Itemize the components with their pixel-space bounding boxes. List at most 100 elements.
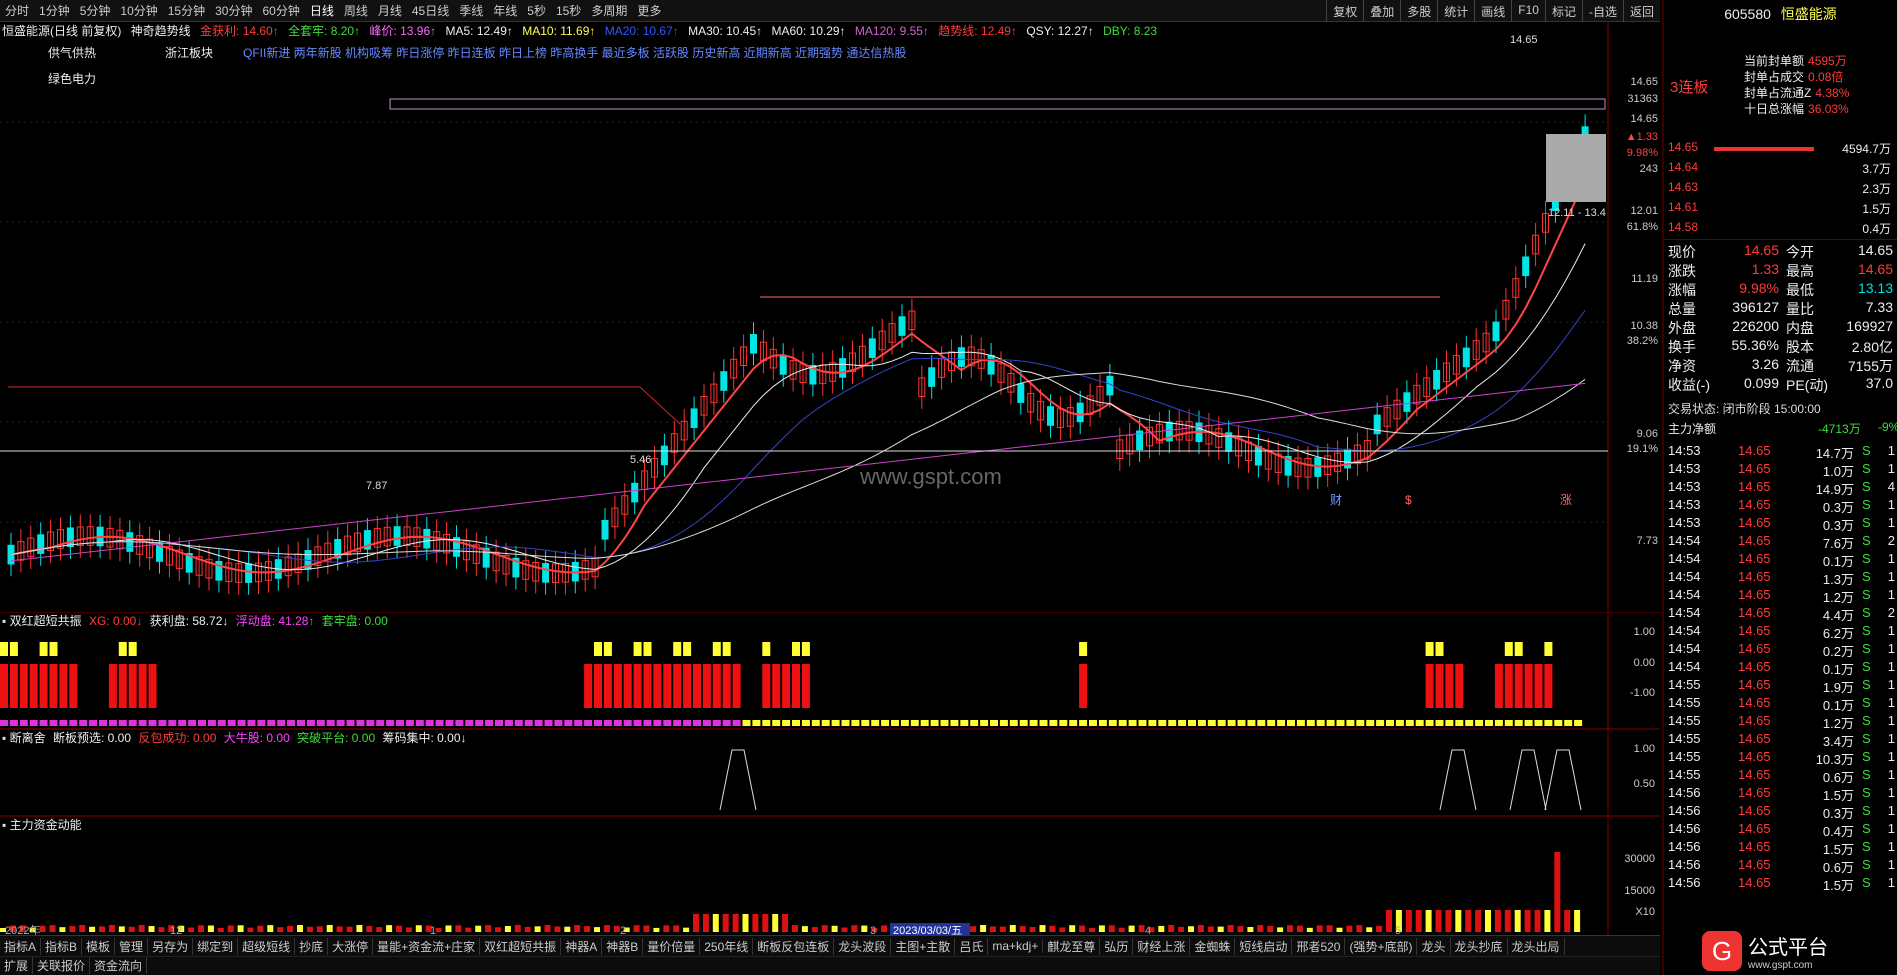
main-chart[interactable]: 14.65 31363 14.65 ▲1.33 9.98% 243 12.01 61.8% 11… xyxy=(0,22,1660,612)
tick-list[interactable]: 14:53 14.65 14.7万 S 1 14:53 14.65 1.0万 S 1 14:53 14… xyxy=(1664,443,1897,893)
kline-svg[interactable]: 14.65 31363 14.65 ▲1.33 9.98% 243 12.01 61.8% 11… xyxy=(0,22,1660,612)
tick-s-14: S xyxy=(1862,695,1871,710)
signal-bar xyxy=(594,664,602,708)
price-axis-9: 10.38 xyxy=(1630,320,1658,332)
signal-base xyxy=(633,720,642,726)
ind-tab-3[interactable]: 管理 xyxy=(115,937,149,955)
indicator-svg[interactable]: 1.00 0.00 -1.00 1.00 0.50 30000 15000 X10 2022年 1… xyxy=(0,611,1660,937)
period-1[interactable]: 1分钟 xyxy=(34,2,75,19)
ind-tab-21[interactable]: 弘历 xyxy=(1100,937,1134,955)
price-axis-0: 14.65 xyxy=(1630,76,1658,88)
ind-tab-12[interactable]: 神器B xyxy=(602,937,644,955)
ma-b: 全套牢: 8.20↑ xyxy=(288,24,361,38)
ind-tab-0[interactable]: 指标A xyxy=(0,937,42,955)
candle-body xyxy=(720,371,728,391)
tick-row-23: 14:56 14.65 0.6万 S 1 xyxy=(1664,857,1897,875)
ind-tab-27[interactable]: 龙头 xyxy=(1417,937,1451,955)
ext-tab-1[interactable]: 关联报价 xyxy=(33,957,91,974)
period-9[interactable]: 月线 xyxy=(373,2,407,19)
ind-tab-1[interactable]: 指标B xyxy=(41,937,83,955)
signal-base xyxy=(306,720,315,726)
flow-bar xyxy=(59,927,66,932)
signal-base xyxy=(475,720,484,726)
period-0[interactable]: 分时 xyxy=(0,2,34,19)
tick-s-4: S xyxy=(1862,515,1871,530)
period-6[interactable]: 60分钟 xyxy=(257,2,304,19)
ind-tab-18[interactable]: 吕氏 xyxy=(955,937,989,955)
pane3-i2: 大牛股: 0.00 xyxy=(223,731,290,745)
ind-tab-11[interactable]: 神器A xyxy=(561,937,603,955)
tick-t-18: 14:55 xyxy=(1668,767,1701,782)
tool-4[interactable]: 画线 xyxy=(1474,0,1511,22)
ind-tab-4[interactable]: 另存为 xyxy=(148,937,194,955)
signal-bar xyxy=(801,664,810,708)
flow-bar xyxy=(1465,910,1472,932)
period-4[interactable]: 15分钟 xyxy=(163,2,210,19)
flow-bar xyxy=(1079,925,1086,932)
ind-tab-10[interactable]: 双红超短共振 xyxy=(480,937,562,955)
period-7[interactable]: 日线 xyxy=(305,2,339,19)
ind-tab-20[interactable]: 麒龙至尊 xyxy=(1043,937,1101,955)
ind-tab-14[interactable]: 250年线 xyxy=(700,937,754,955)
indicator-panes[interactable]: 1.00 0.00 -1.00 1.00 0.50 30000 15000 X10 2022年 1… xyxy=(0,611,1660,937)
period-8[interactable]: 周线 xyxy=(339,2,373,19)
ext-tab-0[interactable]: 扩展 xyxy=(0,957,34,974)
tick-n-9: 2 xyxy=(1887,605,1895,620)
ask-v-3: 1.5万 xyxy=(1862,202,1891,216)
tool-2[interactable]: 多股 xyxy=(1400,0,1437,22)
period-3[interactable]: 10分钟 xyxy=(115,2,162,19)
ind-tab-6[interactable]: 超级短线 xyxy=(238,937,296,955)
ind-tab-8[interactable]: 大涨停 xyxy=(328,937,374,955)
q-k1-5: 换手 xyxy=(1668,339,1696,355)
signal-base xyxy=(287,720,296,726)
ind-tab-25[interactable]: 邢者520 xyxy=(1292,937,1346,955)
ind-tab-19[interactable]: ma+kdj+ xyxy=(988,939,1044,953)
signal-base xyxy=(920,720,929,726)
ind-tab-17[interactable]: 主图+主散 xyxy=(891,937,956,955)
tick-row-16: 14:55 14.65 3.4万 S 1 xyxy=(1664,731,1897,749)
flow-bar xyxy=(534,926,541,932)
ind-tab-29[interactable]: 龙头出局 xyxy=(1508,937,1565,955)
ind-tab-22[interactable]: 财经上涨 xyxy=(1133,937,1191,955)
period-10[interactable]: 45日线 xyxy=(407,2,454,19)
signal-bar xyxy=(722,664,731,708)
tool-3[interactable]: 统计 xyxy=(1437,0,1474,22)
ind-tab-7[interactable]: 抄底 xyxy=(295,937,329,955)
tool-5[interactable]: F10 xyxy=(1511,0,1545,22)
quote-row-2: 涨幅 9.98% 最低 13.13 xyxy=(1664,280,1897,299)
signal-bar xyxy=(138,664,147,708)
price-axis-12: 19.1% xyxy=(1627,443,1658,455)
period-12[interactable]: 年线 xyxy=(488,2,522,19)
ind-tab-26[interactable]: (强势+底部) xyxy=(1345,937,1418,955)
period-16[interactable]: 更多 xyxy=(632,2,666,19)
ind-tab-16[interactable]: 龙头波段 xyxy=(834,937,892,955)
period-13[interactable]: 5秒 xyxy=(522,2,551,19)
tool-8[interactable]: 返回 xyxy=(1622,0,1660,22)
flow-bar xyxy=(1376,925,1383,932)
ind-tab-5[interactable]: 绑定到 xyxy=(193,937,239,955)
concept-tags[interactable]: QFII新进 两年新股 机构吸筹 昨日涨停 昨日连板 昨日上榜 昨高换手 最近多… xyxy=(243,44,906,61)
period-5[interactable]: 30分钟 xyxy=(210,2,257,19)
tool-6[interactable]: 标记 xyxy=(1544,0,1582,22)
ind-tab-28[interactable]: 龙头抄底 xyxy=(1451,937,1508,955)
flow-bar xyxy=(564,926,571,932)
period-15[interactable]: 多周期 xyxy=(586,2,632,19)
ind-tab-24[interactable]: 短线启动 xyxy=(1235,937,1293,955)
ind-tab-23[interactable]: 金蜘蛛 xyxy=(1190,937,1236,955)
tool-7[interactable]: -自选 xyxy=(1581,0,1623,22)
flow-bar xyxy=(158,927,165,932)
tick-n-16: 1 xyxy=(1887,731,1895,746)
period-14[interactable]: 15秒 xyxy=(551,2,586,19)
ind-tab-2[interactable]: 模板 xyxy=(82,937,116,955)
tool-0[interactable]: 复权 xyxy=(1326,0,1363,22)
ind-tab-9[interactable]: 量能+资金流+庄家 xyxy=(373,937,481,955)
q-v2-5: 2.80亿 xyxy=(1851,339,1893,355)
tool-1[interactable]: 叠加 xyxy=(1363,0,1400,22)
period-2[interactable]: 5分钟 xyxy=(75,2,116,19)
period-11[interactable]: 季线 xyxy=(454,2,488,19)
ind-tab-15[interactable]: 断板反包连板 xyxy=(753,937,835,955)
flow-bar xyxy=(1098,925,1105,932)
ext-tab-2[interactable]: 资金流向 xyxy=(90,957,148,974)
ind-tab-13[interactable]: 量价倍量 xyxy=(643,937,701,955)
signal-base xyxy=(1435,720,1444,726)
